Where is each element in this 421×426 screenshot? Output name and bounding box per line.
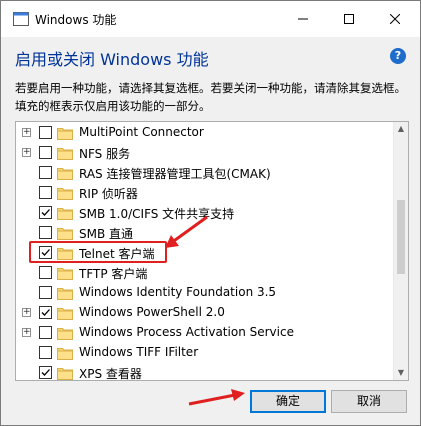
folder-icon	[57, 368, 73, 380]
feature-row[interactable]: RIP 侦听器	[16, 183, 392, 203]
feature-checkbox[interactable]	[39, 126, 52, 139]
feature-checkbox[interactable]	[39, 366, 52, 379]
checkmark-icon	[41, 209, 50, 216]
scroll-up-arrow-icon[interactable]: ▲	[394, 122, 408, 136]
feature-label: SMB 直通	[79, 227, 134, 241]
feature-checkbox[interactable]	[39, 226, 52, 239]
feature-checkbox[interactable]	[39, 166, 52, 179]
ok-button[interactable]: 确定	[250, 390, 326, 413]
checkmark-icon	[41, 369, 50, 376]
feature-checkbox[interactable]	[39, 286, 52, 299]
maximize-icon	[344, 14, 354, 24]
folder-icon	[57, 288, 73, 300]
feature-label: Windows TIFF IFilter	[79, 345, 199, 359]
feature-label: Windows Identity Foundation 3.5	[79, 285, 277, 299]
feature-row[interactable]: XPS 查看器	[16, 363, 392, 381]
window-title: Windows 功能	[35, 13, 117, 27]
close-icon	[390, 14, 400, 24]
feature-label: XPS 查看器	[79, 367, 142, 381]
feature-row[interactable]: + Windows Process Activation Service	[16, 323, 392, 343]
app-window-icon	[13, 12, 29, 26]
feature-label: RIP 侦听器	[79, 187, 138, 201]
vertical-scrollbar[interactable]: ▲ ▼	[393, 122, 408, 380]
page-heading: 启用或关闭 Windows 功能	[15, 50, 209, 69]
title-bar[interactable]: Windows 功能	[1, 1, 420, 37]
folder-icon	[57, 308, 73, 320]
checkmark-icon	[41, 309, 50, 316]
feature-checkbox[interactable]	[39, 186, 52, 199]
folder-icon	[57, 188, 73, 200]
feature-row[interactable]: + MultiPoint Connector	[16, 123, 392, 143]
feature-checkbox[interactable]	[39, 326, 52, 339]
feature-row[interactable]: + Windows PowerShell 2.0	[16, 303, 392, 323]
scroll-thumb[interactable]	[397, 200, 405, 274]
expand-plus-icon[interactable]: +	[22, 328, 31, 337]
description-text: 若要启用一种功能，请选择其复选框。若要关闭一种功能，请清除其复选框。填充的框表示…	[15, 81, 406, 113]
feature-label: Windows Process Activation Service	[79, 325, 294, 339]
folder-icon	[57, 228, 73, 240]
help-icon[interactable]: ?	[390, 48, 406, 64]
folder-icon	[57, 268, 73, 280]
feature-label: RAS 连接管理器管理工具包(CMAK)	[79, 167, 271, 181]
feature-row[interactable]: RAS 连接管理器管理工具包(CMAK)	[16, 163, 392, 183]
feature-label: Windows PowerShell 2.0	[79, 305, 225, 319]
red-arrow-to-ok-icon	[188, 389, 245, 406]
feature-label: MultiPoint Connector	[79, 125, 204, 139]
folder-icon	[57, 128, 73, 140]
folder-icon	[57, 168, 73, 180]
expand-plus-icon[interactable]: +	[22, 148, 31, 157]
cancel-button[interactable]: 取消	[331, 390, 407, 413]
feature-row[interactable]: + NFS 服务	[16, 143, 392, 163]
minimize-icon	[298, 18, 308, 20]
windows-features-dialog: Windows 功能 启用或关闭 Windows 功能 ? 若要启用一种功能，请…	[0, 0, 421, 426]
feature-label: TFTP 客户端	[79, 267, 148, 281]
minimize-button[interactable]	[280, 1, 326, 37]
scroll-down-arrow-icon[interactable]: ▼	[394, 366, 408, 380]
maximize-button[interactable]	[326, 1, 372, 37]
folder-icon	[57, 348, 73, 360]
feature-checkbox[interactable]	[39, 206, 52, 219]
folder-icon	[57, 328, 73, 340]
feature-row[interactable]: Windows Identity Foundation 3.5	[16, 283, 392, 303]
folder-icon	[57, 148, 73, 160]
feature-checkbox[interactable]	[39, 146, 52, 159]
telnet-highlight-box	[29, 241, 167, 263]
expand-plus-icon[interactable]: +	[22, 128, 31, 137]
feature-checkbox[interactable]	[39, 346, 52, 359]
folder-icon	[57, 208, 73, 220]
feature-row[interactable]: Windows TIFF IFilter	[16, 343, 392, 363]
feature-checkbox[interactable]	[39, 306, 52, 319]
close-button[interactable]	[372, 1, 418, 37]
feature-row[interactable]: TFTP 客户端	[16, 263, 392, 283]
expand-plus-icon[interactable]: +	[22, 308, 31, 317]
feature-label: NFS 服务	[79, 147, 131, 161]
red-arrow-to-telnet-icon	[165, 215, 208, 248]
feature-checkbox[interactable]	[39, 266, 52, 279]
